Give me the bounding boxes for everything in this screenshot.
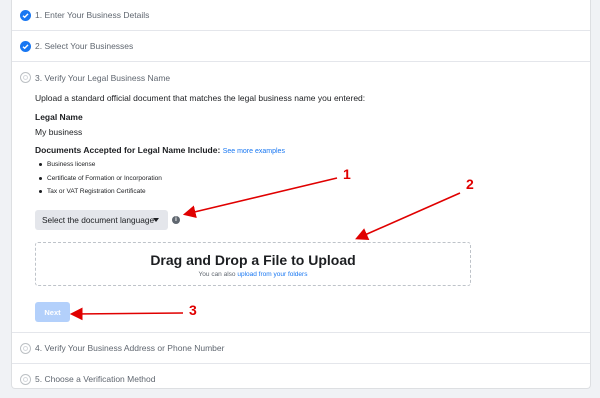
- radio-empty-icon: [20, 343, 31, 354]
- legal-name-value: My business: [35, 127, 83, 137]
- dropzone-subtitle: You can also upload from your folders: [36, 271, 470, 278]
- check-circle-icon: [20, 41, 31, 52]
- verification-card: 1. Enter Your Business Details 2. Select…: [11, 0, 591, 389]
- legal-name-label: Legal Name: [35, 112, 83, 122]
- check-circle-icon: [20, 10, 31, 21]
- step-2-row[interactable]: 2. Select Your Businesses: [12, 31, 590, 62]
- step-2-label: 2. Select Your Businesses: [35, 41, 134, 51]
- info-icon[interactable]: i: [172, 216, 180, 224]
- upload-instructions: Upload a standard official document that…: [35, 93, 366, 103]
- callout-1: 1: [343, 166, 351, 182]
- callout-3: 3: [189, 302, 197, 318]
- dropzone-title: Drag and Drop a File to Upload: [150, 252, 356, 268]
- list-item: Certificate of Formation or Incorporatio…: [39, 172, 162, 186]
- file-dropzone[interactable]: Drag and Drop a File to Upload You can a…: [35, 242, 471, 286]
- dropzone-subtitle-prefix: You can also: [198, 271, 236, 278]
- list-item: Business license: [39, 158, 162, 172]
- step-4-label: 4. Verify Your Business Address or Phone…: [35, 343, 225, 353]
- step-5-label: 5. Choose a Verification Method: [35, 374, 156, 384]
- radio-empty-icon: [20, 72, 31, 83]
- document-language-select[interactable]: Select the document language: [35, 210, 168, 230]
- accepted-documents-list: Business license Certificate of Formatio…: [35, 158, 162, 199]
- step-1-row[interactable]: 1. Enter Your Business Details: [12, 0, 590, 31]
- documents-heading-text: Documents Accepted for Legal Name Includ…: [35, 145, 221, 155]
- step-5-row[interactable]: 5. Choose a Verification Method: [12, 364, 590, 388]
- upload-from-folders-link[interactable]: upload from your folders: [237, 271, 307, 278]
- caret-down-icon: [153, 218, 159, 222]
- callout-2: 2: [466, 176, 474, 192]
- radio-empty-icon: [20, 374, 31, 385]
- document-language-label: Select the document language: [42, 215, 155, 225]
- next-button[interactable]: Next: [35, 302, 70, 322]
- step-1-label: 1. Enter Your Business Details: [35, 10, 150, 20]
- step-4-row[interactable]: 4. Verify Your Business Address or Phone…: [12, 332, 590, 364]
- list-item: Tax or VAT Registration Certificate: [39, 185, 162, 199]
- see-more-examples-link[interactable]: See more examples: [223, 148, 285, 155]
- step-3-label: 3. Verify Your Legal Business Name: [35, 73, 171, 83]
- documents-heading: Documents Accepted for Legal Name Includ…: [35, 145, 285, 155]
